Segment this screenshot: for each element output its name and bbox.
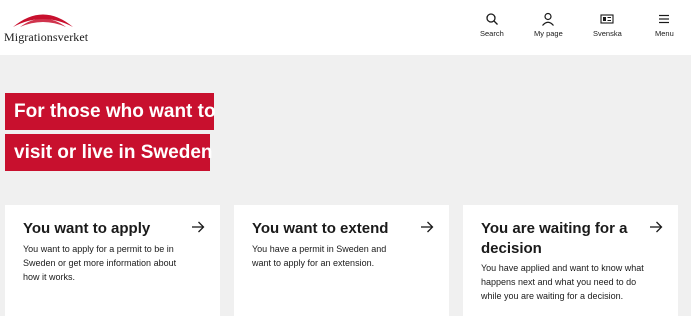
language-icon [600, 14, 614, 24]
card-waiting-title: You are waiting for a decision [481, 220, 628, 257]
card-extend-description: You have a permit in Sweden and want to … [252, 244, 387, 268]
hero-heading-line-1: For those who want to [5, 93, 216, 130]
arrow-right-icon [192, 221, 205, 233]
search-icon [486, 13, 498, 25]
card-waiting[interactable]: You are waiting for a decision You have … [463, 205, 678, 316]
nav-menu-label: Menu [655, 29, 674, 38]
card-extend-title: You want to extend [252, 220, 389, 237]
nav-my-page[interactable]: My page [534, 12, 563, 42]
arrow-right-icon [650, 221, 663, 233]
logo-arc-icon [13, 14, 73, 27]
card-apply[interactable]: You want to apply You want to apply for … [5, 205, 220, 316]
logo-link[interactable]: Migrationsverket [4, 8, 114, 44]
menu-icon [659, 14, 670, 24]
nav-search-label: Search [480, 29, 504, 38]
nav-language-label: Svenska [593, 29, 622, 38]
card-apply-title: You want to apply [23, 220, 151, 237]
user-icon [542, 12, 555, 26]
card-extend[interactable]: You want to extend You have a permit in … [234, 205, 449, 316]
logo-text: Migrationsverket [4, 30, 89, 44]
arrow-right-icon [421, 221, 434, 233]
card-apply-description: You want to apply for a permit to be in … [23, 244, 177, 282]
site-header: Migrationsverket Search My page Svenska [0, 0, 691, 55]
hero-heading-line-2: visit or live in Sweden [5, 134, 213, 171]
card-waiting-description: You have applied and want to know what h… [481, 263, 644, 301]
nav-menu[interactable]: Menu [655, 12, 674, 42]
nav-search[interactable]: Search [480, 12, 504, 42]
nav-language[interactable]: Svenska [593, 12, 622, 42]
nav-my-page-label: My page [534, 29, 563, 38]
